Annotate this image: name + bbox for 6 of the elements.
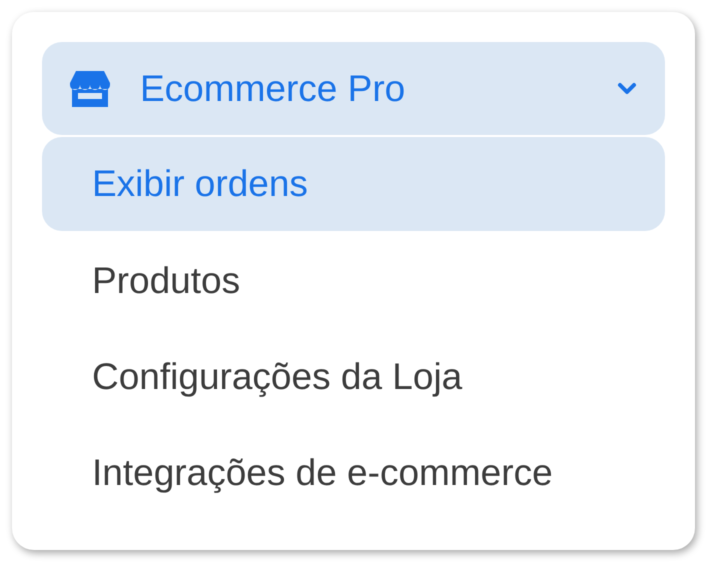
menu-item[interactable]: Exibir ordens [42, 137, 665, 232]
menu-item[interactable]: Configurações da Loja [42, 330, 665, 424]
chevron-icon [617, 82, 637, 96]
menu-header[interactable]: Ecommerce Pro [42, 42, 665, 136]
menu-item[interactable]: Integrações de e-commerce [42, 426, 665, 520]
menu-item[interactable]: Produtos [42, 233, 665, 328]
